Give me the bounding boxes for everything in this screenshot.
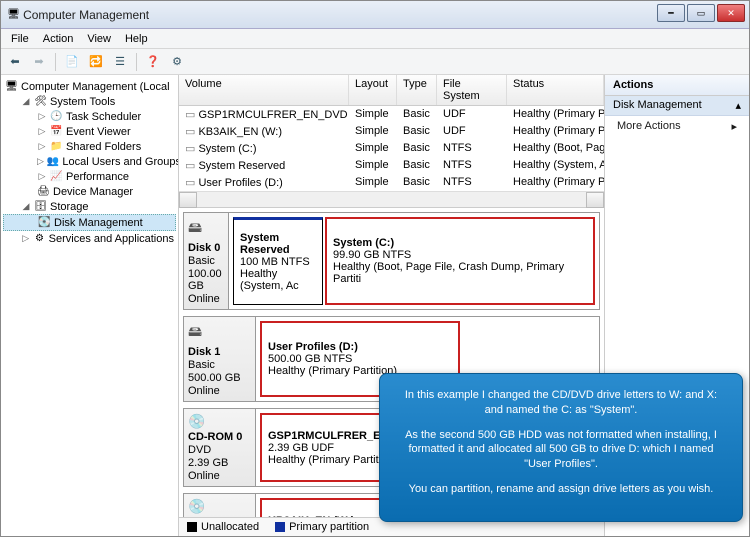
menu-view[interactable]: View: [81, 31, 117, 47]
col-layout[interactable]: Layout: [349, 75, 397, 105]
col-volume[interactable]: Volume: [179, 75, 349, 105]
callout-p2: As the second 500 GB HDD was not formatt…: [396, 428, 726, 473]
tree-local-users[interactable]: ▷👥Local Users and Groups: [3, 154, 176, 169]
drive-icon: ▭: [185, 160, 195, 172]
disk-row[interactable]: 🖴Disk 0Basic100.00 GBOnlineSystem Reserv…: [183, 212, 600, 310]
legend-unallocated: Unallocated: [201, 521, 259, 533]
tree-storage[interactable]: ◢🗄Storage: [3, 199, 176, 214]
event-icon: 📅: [50, 125, 63, 138]
actions-header: Actions: [605, 75, 749, 96]
back-icon[interactable]: ⬅: [7, 54, 23, 70]
clock-icon: 🕒: [50, 110, 63, 123]
partition[interactable]: System (C:)99.90 GB NTFSHealthy (Boot, P…: [325, 217, 595, 305]
window-title: Computer Management: [23, 8, 149, 22]
volume-list: Volume Layout Type File System Status ▭ …: [179, 75, 604, 208]
disk-info: 💿CD-ROM 0DVD2.39 GBOnline: [184, 409, 256, 486]
volume-list-header: Volume Layout Type File System Status: [179, 75, 604, 106]
volume-row[interactable]: ▭ KB3AIK_EN (W:)SimpleBasicUDFHealthy (P…: [179, 123, 604, 140]
app-icon: 🖥: [7, 8, 20, 21]
volume-row[interactable]: ▭ User Profiles (D:)SimpleBasicNTFSHealt…: [179, 174, 604, 191]
properties-icon[interactable]: ☰: [112, 54, 128, 70]
col-type[interactable]: Type: [397, 75, 437, 105]
disk-icon: 💽: [38, 216, 51, 229]
annotation-callout: In this example I changed the CD/DVD dri…: [379, 373, 743, 522]
col-filesystem[interactable]: File System: [437, 75, 507, 105]
disk-type-icon: 🖴: [188, 321, 251, 345]
drive-icon: ▭: [185, 143, 195, 155]
col-status[interactable]: Status: [507, 75, 604, 105]
up-icon[interactable]: 📄: [64, 54, 80, 70]
tree-system-tools[interactable]: ◢🛠System Tools: [3, 94, 176, 109]
drive-icon: ▭: [185, 177, 195, 189]
tree-task-scheduler[interactable]: ▷🕒Task Scheduler: [3, 109, 176, 124]
partition[interactable]: System Reserved100 MB NTFSHealthy (Syste…: [233, 217, 323, 305]
users-icon: 👥: [47, 155, 59, 168]
menu-file[interactable]: File: [5, 31, 35, 47]
disk-type-icon: 💿: [188, 498, 251, 515]
disk-info: 🖴Disk 0Basic100.00 GBOnline: [184, 213, 229, 309]
minimize-button[interactable]: ━: [657, 4, 685, 22]
settings-icon[interactable]: ⚙: [169, 54, 185, 70]
folder-icon: 📁: [50, 140, 63, 153]
volume-row[interactable]: ▭ System ReservedSimpleBasicNTFSHealthy …: [179, 157, 604, 174]
storage-icon: 🗄: [34, 200, 47, 213]
chevron-right-icon: ▸: [731, 120, 737, 133]
disk-info: 🖴Disk 1Basic500.00 GBOnline: [184, 317, 256, 401]
actions-section[interactable]: Disk Management▴: [605, 96, 749, 116]
chevron-up-icon: ▴: [735, 99, 741, 112]
refresh-icon[interactable]: 🔁: [88, 54, 104, 70]
disk-type-icon: 💿: [188, 413, 251, 430]
actions-more[interactable]: More Actions▸: [605, 116, 749, 136]
legend-primary: Primary partition: [289, 521, 369, 533]
tools-icon: 🛠: [34, 95, 47, 108]
titlebar: 🖥 Computer Management ━ ▭ ✕: [1, 1, 749, 29]
forward-icon[interactable]: ➡: [31, 54, 47, 70]
tree-performance[interactable]: ▷📈Performance: [3, 169, 176, 184]
tree-root[interactable]: 🖥Computer Management (Local: [3, 79, 176, 94]
volume-row[interactable]: ▭ System (C:)SimpleBasicNTFSHealthy (Boo…: [179, 140, 604, 157]
volume-row[interactable]: ▭ GSP1RMCULFRER_EN_DVD (X:)SimpleBasicUD…: [179, 106, 604, 123]
close-button[interactable]: ✕: [717, 4, 745, 22]
perf-icon: 📈: [50, 170, 63, 183]
nav-tree: 🖥Computer Management (Local ◢🛠System Too…: [1, 75, 179, 536]
tree-services[interactable]: ▷⚙Services and Applications: [3, 231, 176, 246]
help-icon[interactable]: ❓: [145, 54, 161, 70]
tree-disk-management[interactable]: 💽Disk Management: [3, 214, 176, 231]
toolbar: ⬅ ➡ 📄 🔁 ☰ ❓ ⚙: [1, 49, 749, 75]
callout-p1: In this example I changed the CD/DVD dri…: [396, 388, 726, 418]
drive-icon: ▭: [185, 109, 195, 121]
menu-action[interactable]: Action: [37, 31, 80, 47]
horizontal-scrollbar[interactable]: [179, 191, 604, 207]
menu-help[interactable]: Help: [119, 31, 154, 47]
device-icon: 🖨: [37, 185, 50, 198]
tree-device-manager[interactable]: 🖨Device Manager: [3, 184, 176, 199]
callout-p3: You can partition, rename and assign dri…: [396, 482, 726, 497]
menubar: File Action View Help: [1, 29, 749, 49]
services-icon: ⚙: [33, 232, 45, 245]
disk-type-icon: 🖴: [188, 217, 224, 241]
drive-icon: ▭: [185, 126, 195, 138]
tree-shared-folders[interactable]: ▷📁Shared Folders: [3, 139, 176, 154]
maximize-button[interactable]: ▭: [687, 4, 715, 22]
computer-icon: 🖥: [5, 80, 18, 93]
disk-info: 💿CD-ROM 1DVD1.67 GBOnline: [184, 494, 256, 517]
tree-event-viewer[interactable]: ▷📅Event Viewer: [3, 124, 176, 139]
